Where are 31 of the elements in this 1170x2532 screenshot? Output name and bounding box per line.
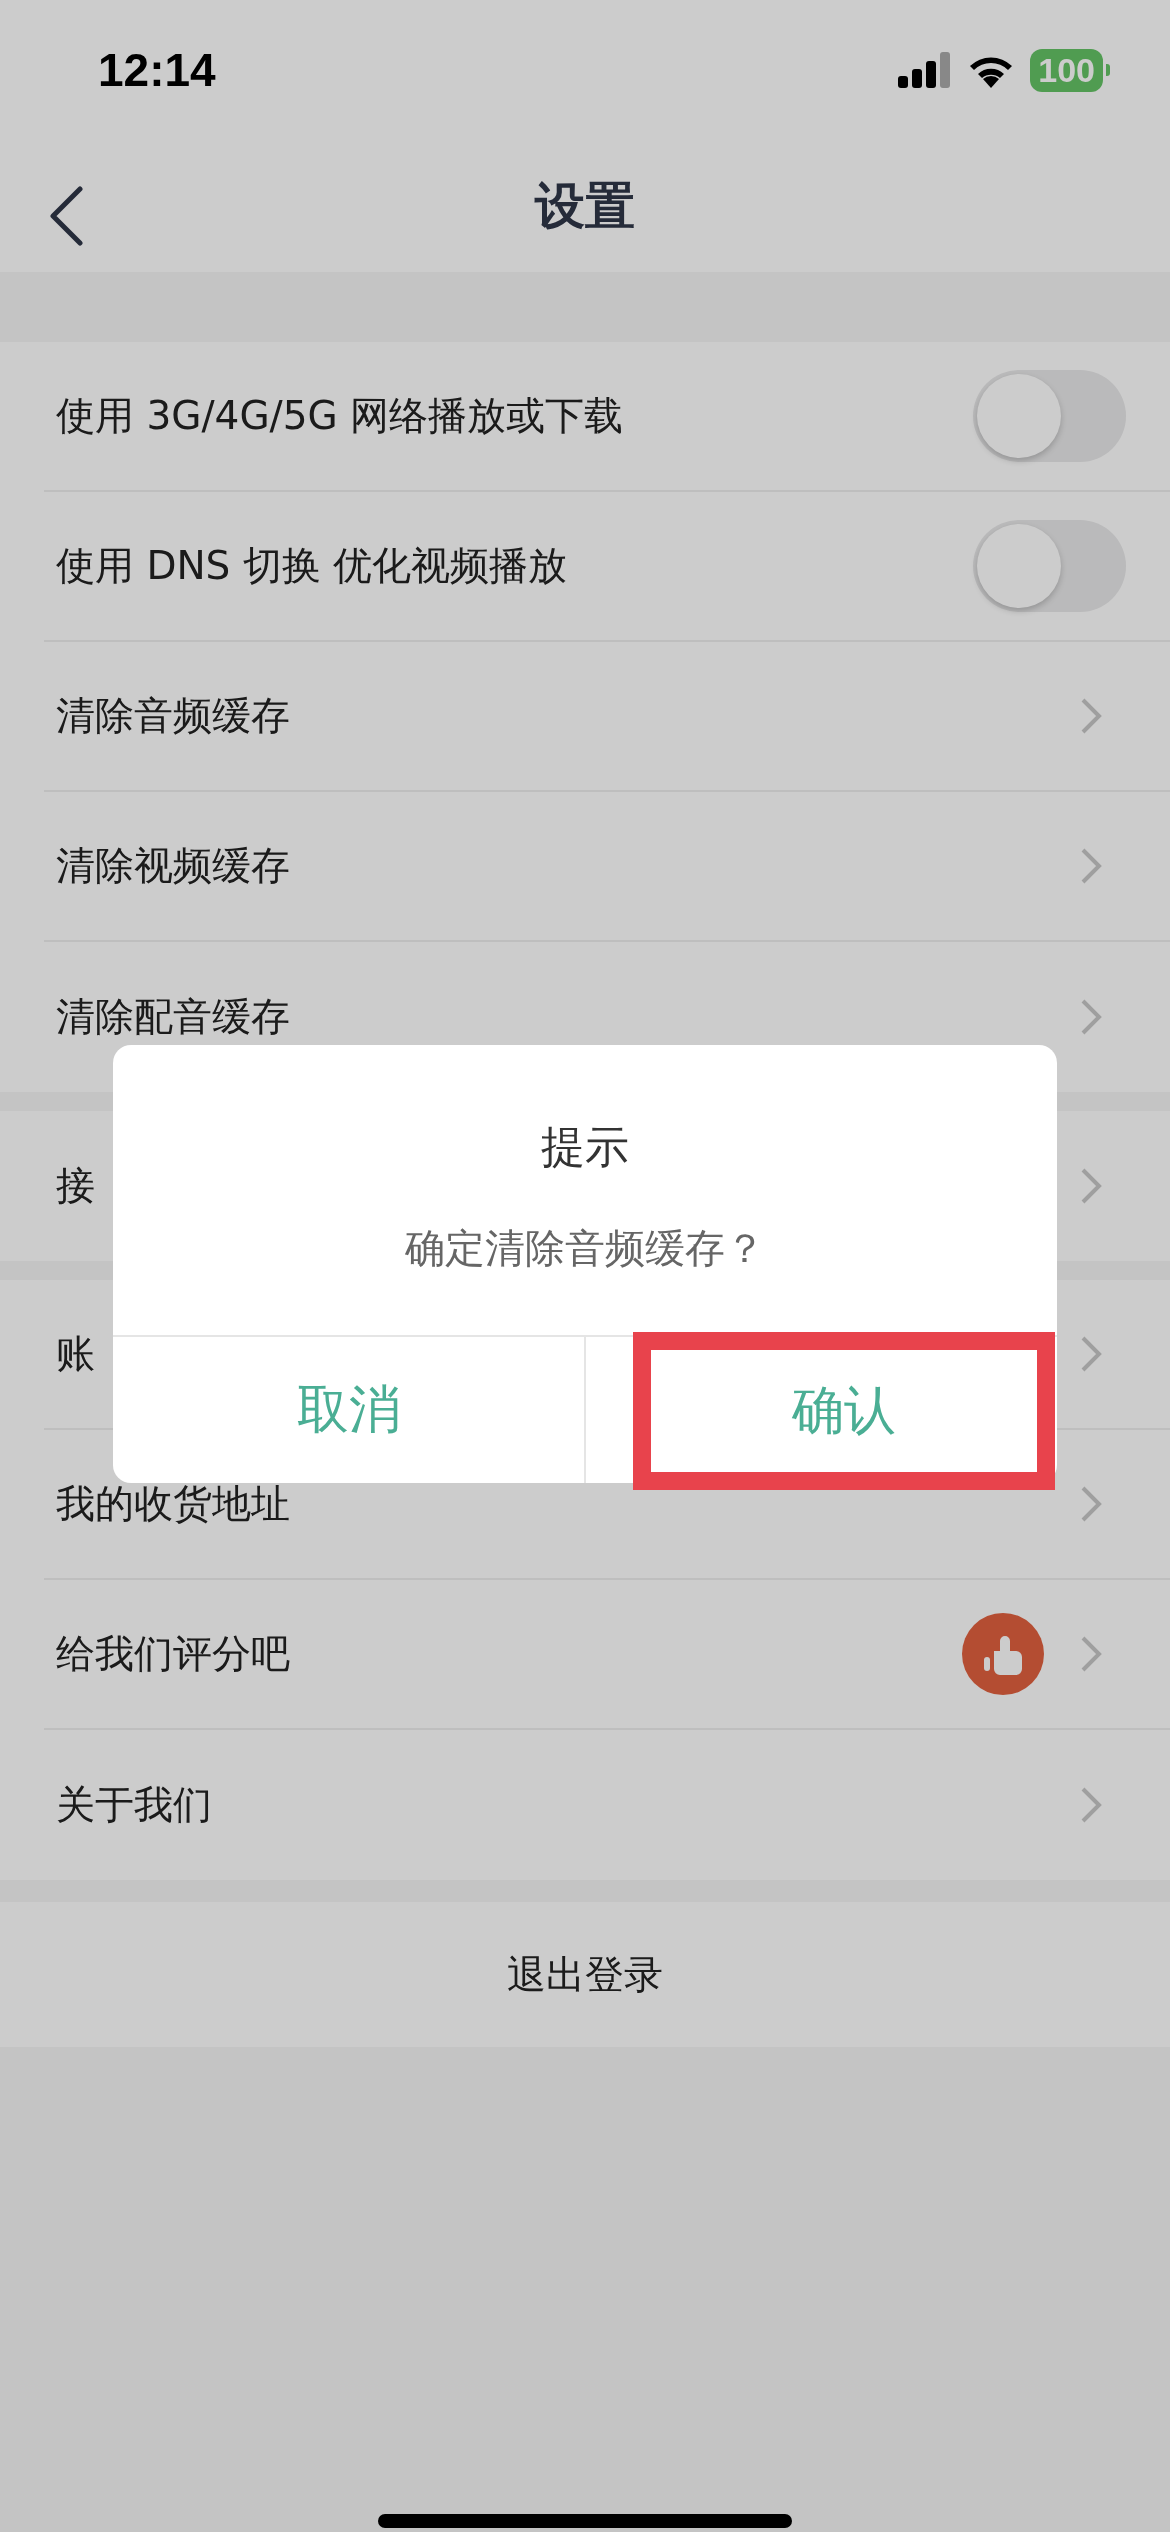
settings-row[interactable]: 给我们评分吧 xyxy=(0,1580,1170,1730)
settings-row[interactable]: 关于我们 xyxy=(0,1730,1170,1880)
page-title: 设置 xyxy=(535,175,635,237)
chevron-right-icon xyxy=(1080,697,1102,735)
setting-label: 关于我们 xyxy=(56,1781,213,1829)
logout-button[interactable]: 退出登录 xyxy=(0,1902,1170,2047)
status-time: 12:14 xyxy=(98,43,217,97)
battery-indicator: 100 xyxy=(1030,48,1110,92)
setting-label: 接 xyxy=(56,1162,96,1210)
chevron-right-icon xyxy=(1080,998,1102,1036)
settings-row[interactable]: 清除视频缓存 xyxy=(0,792,1170,942)
chevron-right-icon xyxy=(1080,847,1102,885)
back-icon[interactable] xyxy=(48,186,84,246)
chevron-right-icon xyxy=(1080,1485,1102,1523)
setting-label: 使用 3G/4G/5G 网络播放或下载 xyxy=(56,392,625,440)
chevron-right-icon xyxy=(1080,1786,1102,1824)
setting-label: 清除音频缓存 xyxy=(56,692,291,740)
chevron-right-icon xyxy=(1080,1335,1102,1373)
setting-label: 账 xyxy=(56,1330,96,1378)
setting-label: 使用 DNS 切换 优化视频播放 xyxy=(56,542,569,590)
signal-icon xyxy=(898,52,953,88)
setting-label: 给我们评分吧 xyxy=(56,1630,291,1678)
settings-row[interactable]: 清除音频缓存 xyxy=(0,642,1170,792)
dialog-title: 提示 xyxy=(540,1120,630,1174)
dialog-message: 确定清除音频缓存？ xyxy=(404,1224,766,1273)
thumbs-up-icon xyxy=(962,1613,1044,1695)
chevron-right-icon xyxy=(1080,1167,1102,1205)
chevron-right-icon xyxy=(1080,1635,1102,1673)
setting-label: 清除配音缓存 xyxy=(56,993,291,1041)
setting-label: 我的收货地址 xyxy=(56,1480,291,1528)
setting-label: 清除视频缓存 xyxy=(56,842,291,890)
